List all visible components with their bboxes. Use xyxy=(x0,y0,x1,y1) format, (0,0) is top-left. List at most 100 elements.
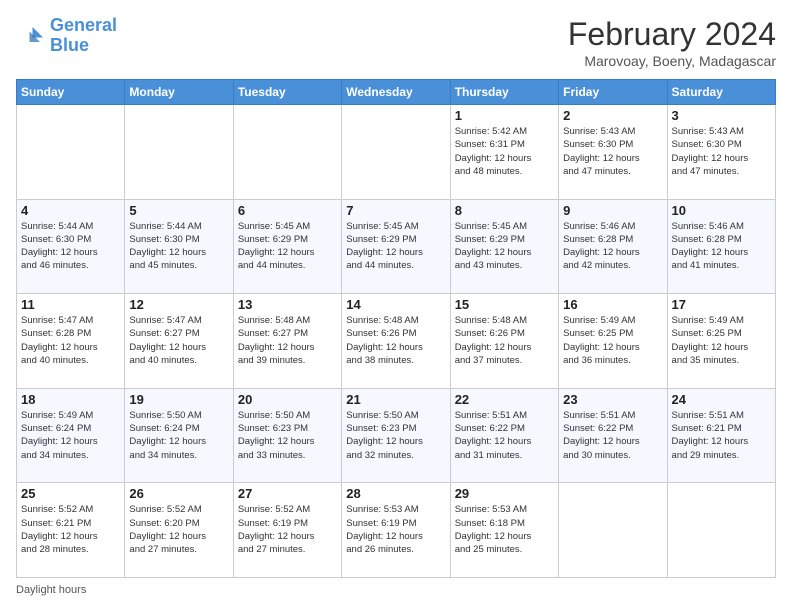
col-header-monday: Monday xyxy=(125,80,233,105)
day-number: 1 xyxy=(455,108,554,123)
day-info: Sunrise: 5:46 AMSunset: 6:28 PMDaylight:… xyxy=(672,220,771,273)
calendar-cell: 5 Sunrise: 5:44 AMSunset: 6:30 PMDaylight… xyxy=(125,199,233,294)
calendar-cell: 26Sunrise: 5:52 AMSunset: 6:20 PMDayligh… xyxy=(125,483,233,578)
calendar-cell: 4 Sunrise: 5:44 AMSunset: 6:30 PMDaylight… xyxy=(17,199,125,294)
calendar-cell: 20 Sunrise: 5:50 AMSunset: 6:23 PMDayligh… xyxy=(233,388,341,483)
day-number: 10 xyxy=(672,203,771,218)
calendar-cell: 29 Sunrise: 5:53 AMSunset: 6:18 PMDayligh… xyxy=(450,483,558,578)
day-number: 21 xyxy=(346,392,445,407)
day-info: Sunrise: 5:49 AMSunset: 6:24 PMDaylight:… xyxy=(21,409,120,462)
day-number: 3 xyxy=(672,108,771,123)
col-header-saturday: Saturday xyxy=(667,80,775,105)
day-number: 15 xyxy=(455,297,554,312)
day-info: Sunrise: 5:50 AMSunset: 6:24 PMDaylight:… xyxy=(129,409,228,462)
logo-text: General Blue xyxy=(50,16,117,56)
calendar-cell: 6 Sunrise: 5:45 AMSunset: 6:29 PMDaylight… xyxy=(233,199,341,294)
page: General Blue February 2024 Marovoay, Boe… xyxy=(0,0,792,612)
calendar-header-row: SundayMondayTuesdayWednesdayThursdayFrid… xyxy=(17,80,776,105)
day-number: 8 xyxy=(455,203,554,218)
calendar-cell: 3 Sunrise: 5:43 AMSunset: 6:30 PMDaylight… xyxy=(667,105,775,200)
day-number: 4 xyxy=(21,203,120,218)
day-info: Sunrise: 5:45 AMSunset: 6:29 PMDaylight:… xyxy=(346,220,445,273)
calendar-cell: 18 Sunrise: 5:49 AMSunset: 6:24 PMDayligh… xyxy=(17,388,125,483)
day-info: Sunrise: 5:47 AMSunset: 6:28 PMDaylight:… xyxy=(21,314,120,367)
day-number: 17 xyxy=(672,297,771,312)
day-info: Sunrise: 5:45 AMSunset: 6:29 PMDaylight:… xyxy=(455,220,554,273)
day-info: Sunrise: 5:44 AMSunset: 6:30 PMDaylight:… xyxy=(129,220,228,273)
calendar-cell: 1 Sunrise: 5:42 AMSunset: 6:31 PMDaylight… xyxy=(450,105,558,200)
calendar-cell: 25 Sunrise: 5:52 AMSunset: 6:21 PMDayligh… xyxy=(17,483,125,578)
calendar-week-row: 18 Sunrise: 5:49 AMSunset: 6:24 PMDayligh… xyxy=(17,388,776,483)
day-number: 13 xyxy=(238,297,337,312)
day-info: Sunrise: 5:45 AMSunset: 6:29 PMDaylight:… xyxy=(238,220,337,273)
day-number: 19 xyxy=(129,392,228,407)
calendar-cell: 28 Sunrise: 5:53 AMSunset: 6:19 PMDayligh… xyxy=(342,483,450,578)
calendar-table: SundayMondayTuesdayWednesdayThursdayFrid… xyxy=(16,79,776,578)
calendar-week-row: 25 Sunrise: 5:52 AMSunset: 6:21 PMDayligh… xyxy=(17,483,776,578)
day-info: Sunrise: 5:51 AMSunset: 6:21 PMDaylight:… xyxy=(672,409,771,462)
day-number: 14 xyxy=(346,297,445,312)
calendar-cell: 24 Sunrise: 5:51 AMSunset: 6:21 PMDayligh… xyxy=(667,388,775,483)
calendar-week-row: 4 Sunrise: 5:44 AMSunset: 6:30 PMDaylight… xyxy=(17,199,776,294)
calendar-cell: 16 Sunrise: 5:49 AMSunset: 6:25 PMDayligh… xyxy=(559,294,667,389)
day-info: Sunrise: 5:43 AMSunset: 6:30 PMDaylight:… xyxy=(672,125,771,178)
day-number: 24 xyxy=(672,392,771,407)
calendar-cell xyxy=(17,105,125,200)
calendar-cell xyxy=(233,105,341,200)
day-info: Sunrise: 5:49 AMSunset: 6:25 PMDaylight:… xyxy=(563,314,662,367)
header: General Blue February 2024 Marovoay, Boe… xyxy=(16,16,776,69)
day-number: 20 xyxy=(238,392,337,407)
calendar-cell: 14 Sunrise: 5:48 AMSunset: 6:26 PMDayligh… xyxy=(342,294,450,389)
day-number: 16 xyxy=(563,297,662,312)
day-info: Sunrise: 5:44 AMSunset: 6:30 PMDaylight:… xyxy=(21,220,120,273)
day-info: Sunrise: 5:42 AMSunset: 6:31 PMDaylight:… xyxy=(455,125,554,178)
day-number: 28 xyxy=(346,486,445,501)
calendar-cell: 22Sunrise: 5:51 AMSunset: 6:22 PMDayligh… xyxy=(450,388,558,483)
day-number: 18 xyxy=(21,392,120,407)
day-number: 11 xyxy=(21,297,120,312)
day-info: Sunrise: 5:52 AMSunset: 6:21 PMDaylight:… xyxy=(21,503,120,556)
footer-text: Daylight hours xyxy=(16,584,86,596)
calendar-cell: 21Sunrise: 5:50 AMSunset: 6:23 PMDayligh… xyxy=(342,388,450,483)
day-info: Sunrise: 5:51 AMSunset: 6:22 PMDaylight:… xyxy=(455,409,554,462)
day-number: 29 xyxy=(455,486,554,501)
col-header-tuesday: Tuesday xyxy=(233,80,341,105)
footer: Daylight hours xyxy=(16,584,776,596)
day-info: Sunrise: 5:52 AMSunset: 6:19 PMDaylight:… xyxy=(238,503,337,556)
day-number: 25 xyxy=(21,486,120,501)
day-number: 6 xyxy=(238,203,337,218)
calendar-cell: 17 Sunrise: 5:49 AMSunset: 6:25 PMDayligh… xyxy=(667,294,775,389)
calendar-cell: 8 Sunrise: 5:45 AMSunset: 6:29 PMDaylight… xyxy=(450,199,558,294)
day-number: 7 xyxy=(346,203,445,218)
calendar-cell: 9Sunrise: 5:46 AMSunset: 6:28 PMDaylight… xyxy=(559,199,667,294)
day-number: 2 xyxy=(563,108,662,123)
logo-icon xyxy=(16,21,46,51)
day-number: 26 xyxy=(129,486,228,501)
calendar-cell: 12Sunrise: 5:47 AMSunset: 6:27 PMDayligh… xyxy=(125,294,233,389)
calendar-cell: 10 Sunrise: 5:46 AMSunset: 6:28 PMDayligh… xyxy=(667,199,775,294)
calendar-week-row: 11 Sunrise: 5:47 AMSunset: 6:28 PMDayligh… xyxy=(17,294,776,389)
day-info: Sunrise: 5:49 AMSunset: 6:25 PMDaylight:… xyxy=(672,314,771,367)
calendar-cell xyxy=(667,483,775,578)
calendar-cell xyxy=(559,483,667,578)
day-info: Sunrise: 5:51 AMSunset: 6:22 PMDaylight:… xyxy=(563,409,662,462)
calendar-cell: 15Sunrise: 5:48 AMSunset: 6:26 PMDayligh… xyxy=(450,294,558,389)
day-info: Sunrise: 5:53 AMSunset: 6:19 PMDaylight:… xyxy=(346,503,445,556)
day-info: Sunrise: 5:50 AMSunset: 6:23 PMDaylight:… xyxy=(238,409,337,462)
calendar-cell xyxy=(125,105,233,200)
day-info: Sunrise: 5:43 AMSunset: 6:30 PMDaylight:… xyxy=(563,125,662,178)
day-number: 9 xyxy=(563,203,662,218)
calendar-cell: 23Sunrise: 5:51 AMSunset: 6:22 PMDayligh… xyxy=(559,388,667,483)
calendar-cell: 19 Sunrise: 5:50 AMSunset: 6:24 PMDayligh… xyxy=(125,388,233,483)
col-header-sunday: Sunday xyxy=(17,80,125,105)
logo: General Blue xyxy=(16,16,117,56)
calendar-cell: 11 Sunrise: 5:47 AMSunset: 6:28 PMDayligh… xyxy=(17,294,125,389)
day-number: 27 xyxy=(238,486,337,501)
calendar-cell: 7 Sunrise: 5:45 AMSunset: 6:29 PMDaylight… xyxy=(342,199,450,294)
day-number: 12 xyxy=(129,297,228,312)
logo-general: General xyxy=(50,15,117,35)
day-info: Sunrise: 5:53 AMSunset: 6:18 PMDaylight:… xyxy=(455,503,554,556)
day-info: Sunrise: 5:48 AMSunset: 6:26 PMDaylight:… xyxy=(346,314,445,367)
day-number: 5 xyxy=(129,203,228,218)
calendar-cell xyxy=(342,105,450,200)
